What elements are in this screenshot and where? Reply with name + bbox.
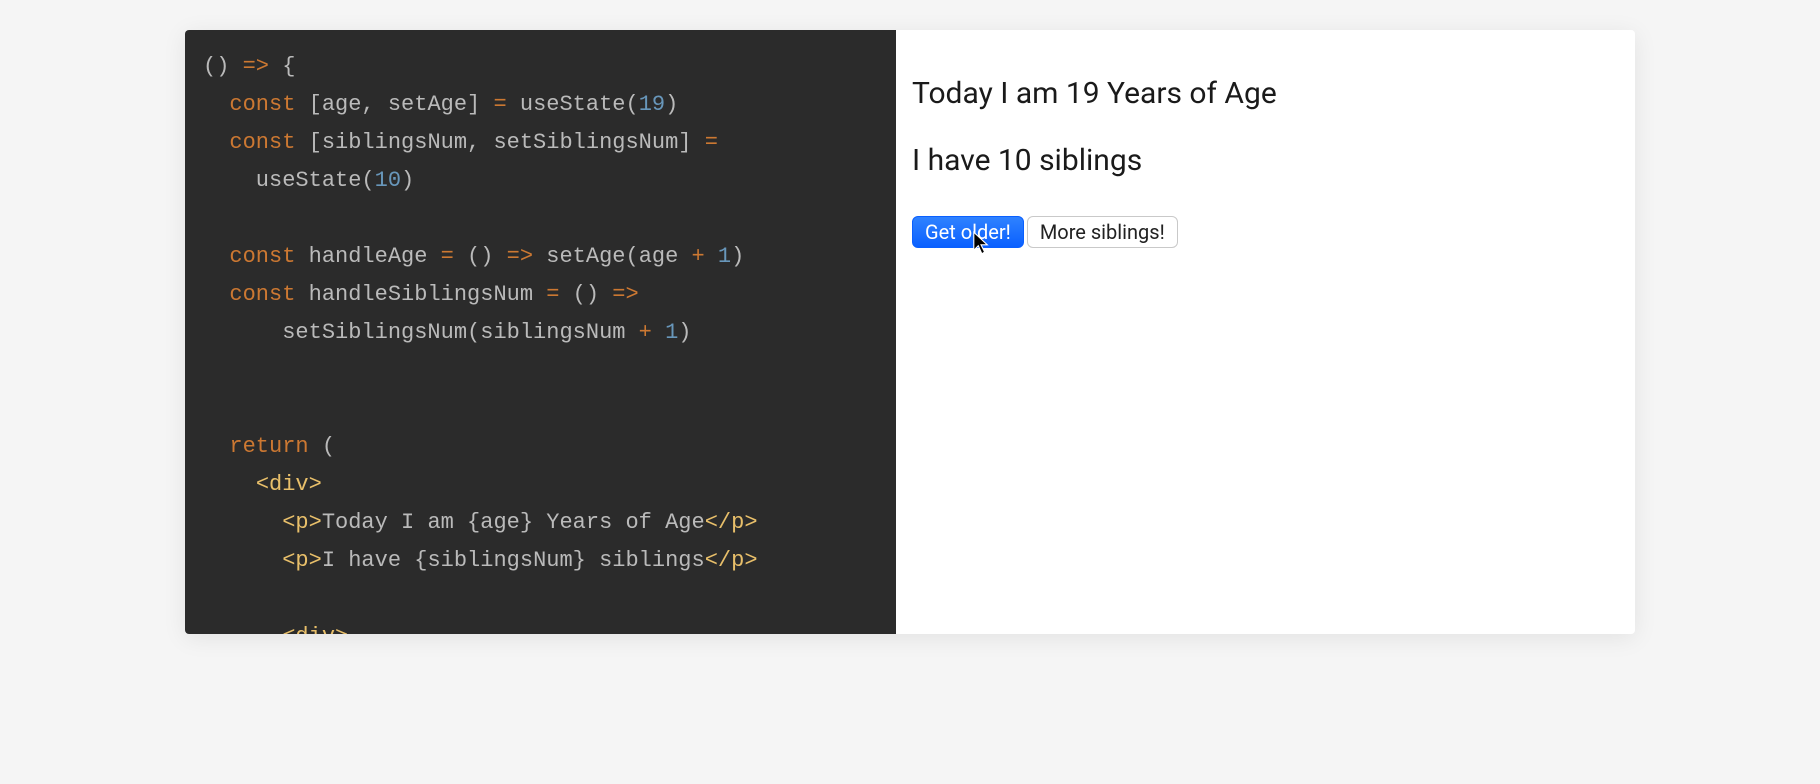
code-token: handleSiblingsNum xyxy=(295,282,546,307)
code-token xyxy=(203,624,282,634)
code-token: ( xyxy=(309,434,335,459)
code-token: 10 xyxy=(375,168,401,193)
more-siblings-button[interactable]: More siblings! xyxy=(1027,216,1178,248)
code-token xyxy=(203,282,229,307)
code-token: p xyxy=(731,548,744,573)
code-token xyxy=(203,358,216,383)
code-token: + xyxy=(692,244,705,269)
age-text: Today I am 19 Years of Age xyxy=(912,74,1619,113)
code-token: { xyxy=(269,54,295,79)
code-token: => xyxy=(612,282,638,307)
code-token: ) xyxy=(401,168,414,193)
code-token: = xyxy=(705,130,718,155)
code-token xyxy=(203,434,229,459)
code-token: 1 xyxy=(665,320,678,345)
code-token: < xyxy=(282,548,295,573)
code-token: > xyxy=(744,548,757,573)
code-token: p xyxy=(295,548,308,573)
code-token xyxy=(203,130,229,155)
code-token: [siblingsNum, setSiblingsNum] xyxy=(295,130,704,155)
code-token: I have {siblingsNum} siblings xyxy=(322,548,705,573)
code-token: > xyxy=(335,624,348,634)
code-token: = xyxy=(441,244,454,269)
code-token xyxy=(203,510,282,535)
code-token: useState( xyxy=(203,168,375,193)
code-token xyxy=(203,396,216,421)
code-token: 1 xyxy=(718,244,731,269)
code-token: setAge(age xyxy=(533,244,691,269)
code-token: < xyxy=(282,624,295,634)
code-token: > xyxy=(309,510,322,535)
code-token: ) xyxy=(731,244,744,269)
code-token: useState( xyxy=(507,92,639,117)
code-token: > xyxy=(309,472,322,497)
code-token xyxy=(652,320,665,345)
code-token: () xyxy=(454,244,507,269)
code-token xyxy=(203,206,216,231)
code-token: </ xyxy=(705,548,731,573)
code-token xyxy=(203,244,229,269)
code-editor-panel[interactable]: () => { const [age, setAge] = useState(1… xyxy=(185,30,896,634)
get-older-button[interactable]: Get older! xyxy=(912,216,1024,248)
preview-panel: Today I am 19 Years of Age I have 10 sib… xyxy=(896,30,1635,634)
code-token: = xyxy=(546,282,559,307)
code-token: () xyxy=(203,54,243,79)
playground-container: () => { const [age, setAge] = useState(1… xyxy=(185,30,1635,634)
code-token: p xyxy=(731,510,744,535)
code-token: const xyxy=(229,130,295,155)
code-token: () xyxy=(559,282,612,307)
code-token: [age, setAge] xyxy=(295,92,493,117)
code-content: () => { const [age, setAge] = useState(1… xyxy=(203,48,878,634)
code-token: > xyxy=(744,510,757,535)
code-token xyxy=(203,586,216,611)
code-token: ) xyxy=(665,92,678,117)
code-token: p xyxy=(295,510,308,535)
code-token: => xyxy=(507,244,533,269)
code-token: Today I am {age} Years of Age xyxy=(322,510,705,535)
code-token: const xyxy=(229,282,295,307)
siblings-text: I have 10 siblings xyxy=(912,141,1619,180)
code-token: div xyxy=(295,624,335,634)
code-token: < xyxy=(256,472,269,497)
code-token: return xyxy=(229,434,308,459)
code-token: = xyxy=(493,92,506,117)
code-token: ) xyxy=(678,320,691,345)
code-token xyxy=(203,472,256,497)
code-token xyxy=(705,244,718,269)
code-token xyxy=(203,92,229,117)
code-token: 19 xyxy=(639,92,665,117)
code-token: + xyxy=(639,320,652,345)
code-token xyxy=(203,548,282,573)
code-token: const xyxy=(229,244,295,269)
code-token: > xyxy=(309,548,322,573)
code-token: const xyxy=(229,92,295,117)
code-token: handleAge xyxy=(295,244,440,269)
code-token: div xyxy=(269,472,309,497)
code-token: => xyxy=(243,54,269,79)
button-row: Get older! More siblings! xyxy=(912,216,1619,248)
code-token: setSiblingsNum(siblingsNum xyxy=(203,320,639,345)
code-token: </ xyxy=(705,510,731,535)
code-token: < xyxy=(282,510,295,535)
